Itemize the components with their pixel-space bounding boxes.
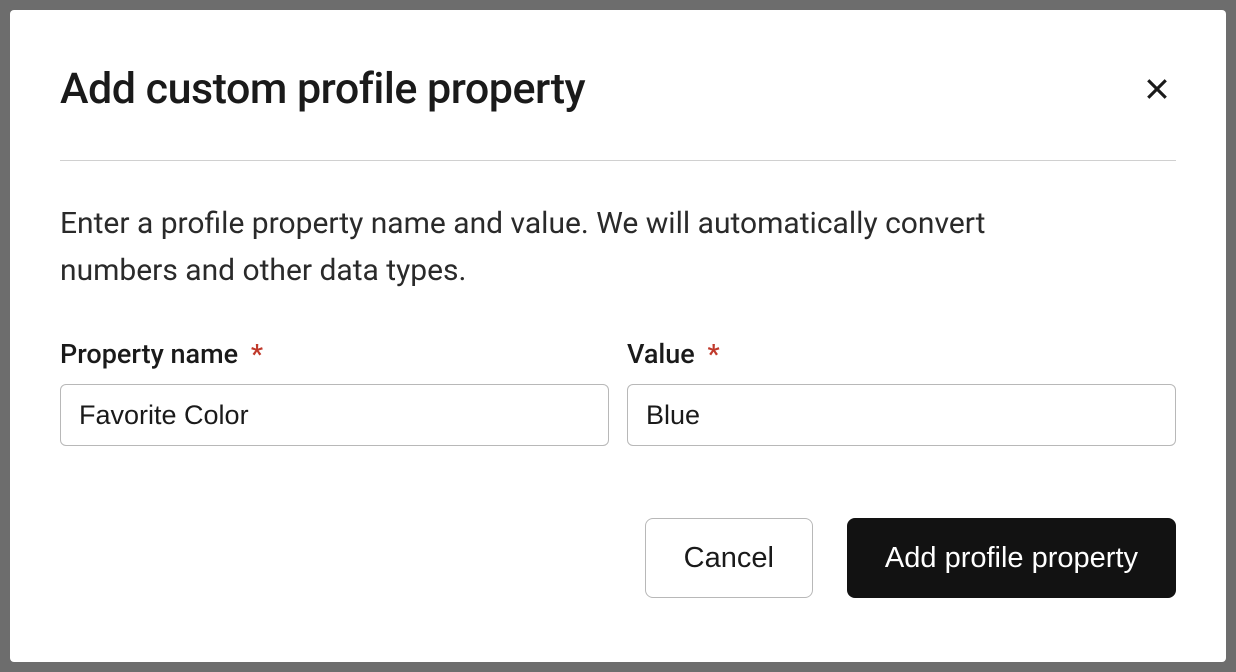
property-name-label: Property name * bbox=[60, 338, 609, 370]
required-asterisk: * bbox=[251, 338, 263, 370]
value-input[interactable] bbox=[627, 384, 1176, 446]
required-asterisk: * bbox=[707, 338, 719, 370]
value-label: Value * bbox=[627, 338, 1176, 370]
modal-header: Add custom profile property bbox=[60, 64, 1176, 161]
form-row: Property name * Value * bbox=[60, 338, 1176, 446]
value-label-text: Value bbox=[627, 338, 695, 370]
property-name-label-text: Property name bbox=[60, 338, 238, 370]
button-row: Cancel Add profile property bbox=[60, 518, 1176, 598]
modal-title: Add custom profile property bbox=[60, 64, 585, 114]
cancel-button[interactable]: Cancel bbox=[645, 518, 813, 598]
add-profile-property-modal: Add custom profile property Enter a prof… bbox=[10, 10, 1226, 662]
property-name-input[interactable] bbox=[60, 384, 609, 446]
property-name-group: Property name * bbox=[60, 338, 609, 446]
add-profile-property-button[interactable]: Add profile property bbox=[847, 518, 1176, 598]
value-group: Value * bbox=[627, 338, 1176, 446]
close-icon bbox=[1142, 74, 1172, 104]
modal-description: Enter a profile property name and value.… bbox=[60, 201, 1080, 294]
close-button[interactable] bbox=[1138, 70, 1176, 108]
